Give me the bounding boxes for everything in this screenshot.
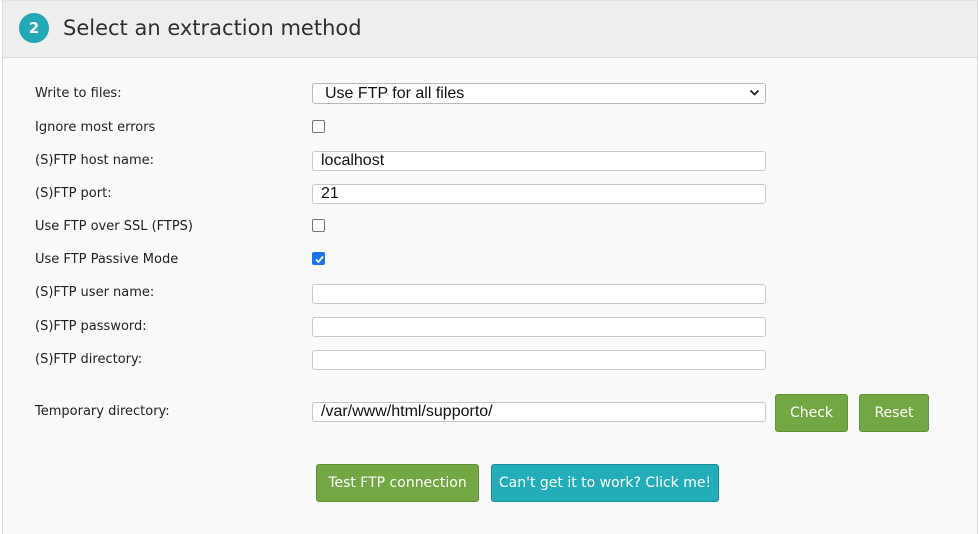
checkmark-icon [315, 255, 324, 264]
ftp-host-label: (S)FTP host name: [35, 153, 154, 168]
ftps-checkbox[interactable] [312, 219, 325, 232]
ftp-port-label: (S)FTP port: [35, 186, 112, 201]
ftp-directory-label: (S)FTP directory: [35, 352, 143, 367]
ftp-password-label: (S)FTP password: [35, 319, 147, 334]
ftps-label: Use FTP over SSL (FTPS) [35, 219, 194, 234]
extraction-method-panel: 2 Select an extraction method Write to f… [2, 0, 978, 534]
write-to-files-select[interactable]: Use FTP for all files [312, 83, 766, 104]
ftp-user-label: (S)FTP user name: [35, 285, 155, 300]
panel-title: Select an extraction method [63, 16, 362, 40]
step-badge: 2 [19, 13, 49, 43]
ftp-port-input[interactable]: 21 [312, 184, 766, 204]
check-button[interactable]: Check [775, 394, 848, 432]
ftp-user-input[interactable] [312, 284, 766, 304]
test-ftp-connection-button[interactable]: Test FTP connection [316, 464, 479, 502]
chevron-down-icon [749, 84, 760, 103]
passive-mode-label: Use FTP Passive Mode [35, 252, 179, 267]
passive-mode-checkbox[interactable] [312, 252, 325, 265]
panel-header: 2 Select an extraction method [3, 0, 977, 58]
write-to-files-selected: Use FTP for all files [325, 85, 465, 102]
write-to-files-label: Write to files: [35, 86, 122, 101]
temp-directory-input[interactable]: /var/www/html/supporto/ [312, 402, 766, 422]
ftp-host-input[interactable]: localhost [312, 151, 766, 171]
reset-button[interactable]: Reset [859, 394, 929, 432]
temp-directory-label: Temporary directory: [35, 404, 170, 419]
ftp-password-input[interactable] [312, 317, 766, 337]
ignore-errors-label: Ignore most errors [35, 120, 156, 135]
ftp-directory-input[interactable] [312, 350, 766, 370]
help-click-me-button[interactable]: Can't get it to work? Click me! [491, 464, 719, 502]
ignore-errors-checkbox[interactable] [312, 120, 325, 133]
